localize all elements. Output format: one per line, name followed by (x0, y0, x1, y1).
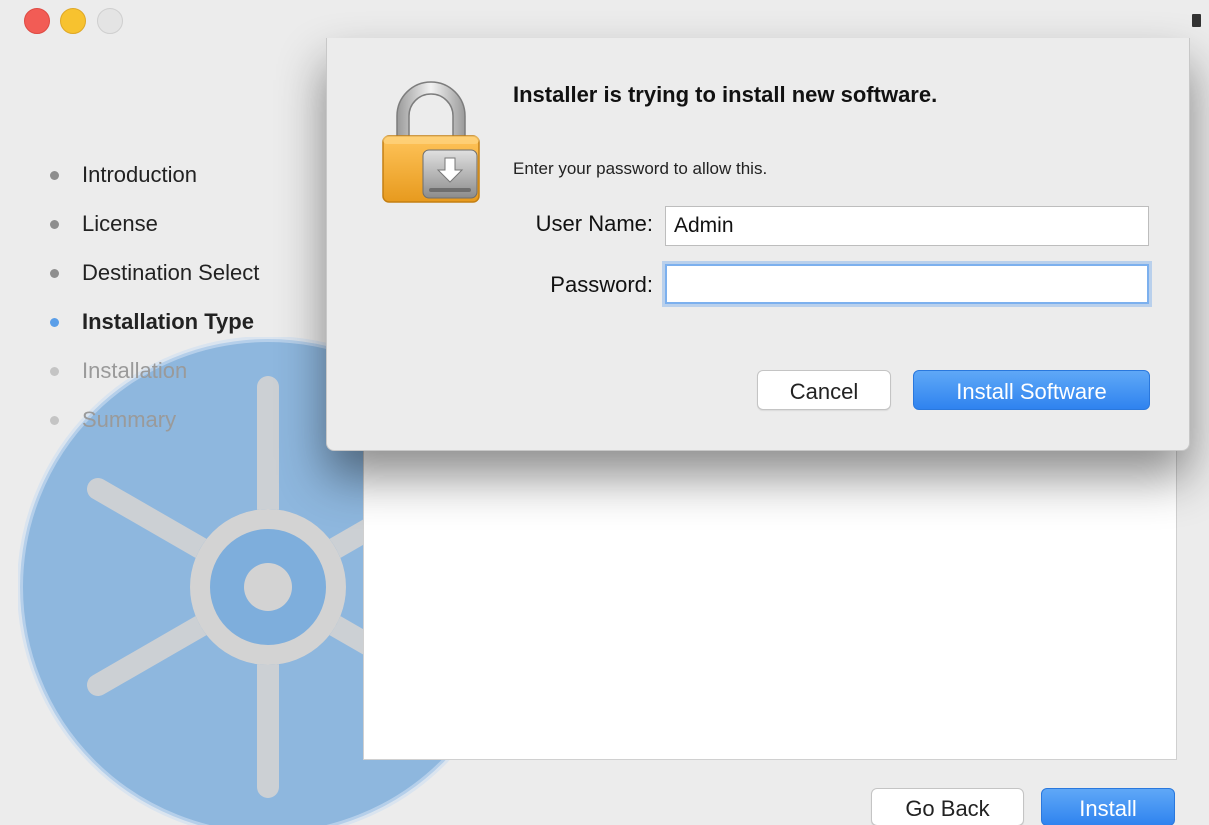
step-bullet (50, 269, 59, 278)
title-bar (0, 0, 1209, 34)
content-pane (363, 440, 1177, 760)
zoom-button[interactable] (97, 8, 123, 34)
password-field[interactable] (665, 264, 1149, 304)
step-bullet (50, 318, 59, 327)
step-introduction: Introduction (46, 150, 259, 199)
minimize-button[interactable] (60, 8, 86, 34)
user-name-field[interactable] (665, 206, 1149, 246)
step-bullet (50, 220, 59, 229)
installer-window: Introduction License Destination Select … (0, 0, 1209, 825)
dialog-title: Installer is trying to install new softw… (513, 82, 938, 107)
step-installation-type: Installation Type (46, 297, 259, 346)
step-label: Introduction (82, 162, 197, 187)
lock-icon (382, 81, 480, 203)
lock-status-icon (1192, 14, 1201, 27)
step-destination-select: Destination Select (46, 248, 259, 297)
step-bullet (50, 416, 59, 425)
dialog-message: Enter your password to allow this. (513, 159, 768, 178)
close-button[interactable] (24, 8, 50, 34)
step-bullet (50, 171, 59, 180)
step-label: Installation Type (82, 309, 254, 334)
step-label: License (82, 211, 158, 236)
authentication-dialog: Installer is trying to install new softw… (326, 38, 1190, 451)
step-label: Summary (82, 407, 177, 432)
user-name-label: User Name: (535, 211, 653, 236)
step-label: Destination Select (82, 260, 260, 285)
step-license: License (46, 199, 259, 248)
install-button[interactable]: Install (1041, 788, 1175, 825)
step-installation: Installation (46, 346, 259, 395)
step-label: Installation (82, 358, 188, 383)
password-label: Password: (550, 272, 653, 297)
step-bullet (50, 367, 59, 376)
install-software-button[interactable]: Install Software (913, 370, 1150, 410)
step-summary: Summary (46, 395, 259, 444)
go-back-button[interactable]: Go Back (871, 788, 1024, 825)
installation-steps: Introduction License Destination Select … (46, 150, 259, 444)
cancel-button[interactable]: Cancel (757, 370, 891, 410)
